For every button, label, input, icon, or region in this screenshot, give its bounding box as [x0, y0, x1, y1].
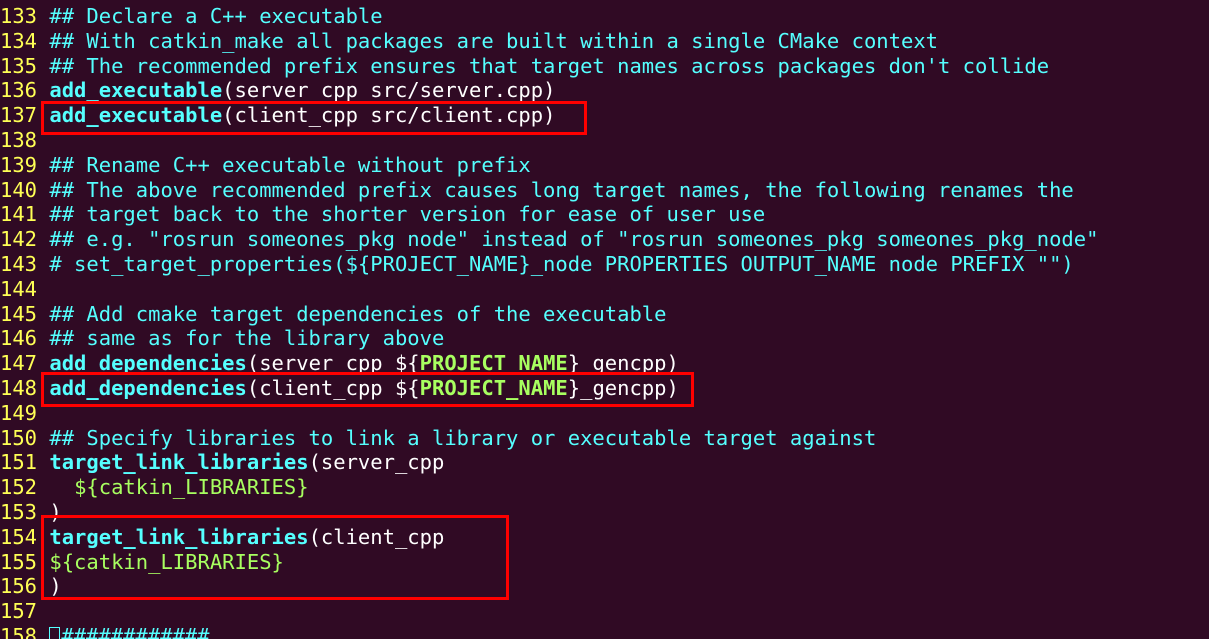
code-line: 134 ## With catkin_make all packages are… [0, 29, 938, 54]
comment-text: ## Specify libraries to link a library o… [49, 425, 877, 450]
line-number: 134 [0, 28, 38, 53]
comment-text: ############ [61, 624, 210, 639]
code-line: 149 [0, 401, 37, 426]
comment-text: # set_target_properties(${PROJECT_NAME}_… [49, 252, 1074, 276]
line-number: 148 [0, 376, 38, 400]
line-number: 152 [0, 475, 38, 500]
line-number: 135 [0, 53, 38, 78]
line-number: 143 [0, 252, 38, 276]
function-args: (client_cpp [308, 524, 445, 549]
code-line: 135 ## The recommended prefix ensures th… [0, 54, 1049, 79]
code-line: 138 [0, 128, 37, 153]
code-line: 141 ## target back to the shorter versio… [0, 202, 765, 227]
comment-text: ## target back to the shorter version fo… [49, 202, 766, 227]
function-name: add_dependencies [49, 351, 247, 376]
line-number: 138 [0, 128, 38, 152]
variable-name: ${catkin_LIBRARIES} [74, 475, 309, 500]
code-line: 140 ## The above recommended prefix caus… [0, 178, 1074, 203]
code-line: 139 ## Rename C++ executable without pre… [0, 153, 531, 178]
line-number: 140 [0, 177, 38, 202]
comment-text: ## Rename C++ executable without prefix [49, 152, 531, 177]
closing-paren: ) [49, 500, 62, 524]
line-number: 146 [0, 326, 38, 351]
line-number: 144 [0, 276, 38, 301]
comment-text: ## Declare a C++ executable [49, 4, 383, 28]
line-number: 149 [0, 400, 38, 425]
line-number: 133 [0, 4, 38, 28]
function-name: add_executable [49, 103, 223, 128]
line-number: 147 [0, 351, 38, 376]
line-number: 139 [0, 152, 38, 177]
function-args: (server_cpp [308, 450, 445, 475]
code-line: 144 [0, 277, 37, 302]
code-line: 133 ## Declare a C++ executable [0, 4, 383, 29]
code-line: 151 target_link_libraries(server_cpp [0, 450, 444, 475]
code-line: 157 [0, 599, 37, 624]
code-line: 158 ############ [0, 624, 209, 639]
code-editor[interactable]: 133 ## Declare a C++ executable 134 ## W… [0, 0, 1209, 639]
line-number: 151 [0, 450, 38, 475]
code-line: 147 add_dependencies(server_cpp ${PROJEC… [0, 351, 679, 376]
line-number: 145 [0, 301, 38, 326]
line-number: 141 [0, 202, 38, 227]
code-line: 148 add_dependencies(client_cpp ${PROJEC… [0, 376, 679, 401]
line-number: 154 [0, 524, 38, 549]
line-number: 158 [0, 624, 38, 639]
variable-name: ${catkin_LIBRARIES} [49, 549, 284, 574]
comment-text: ## e.g. "rosrun someones_pkg node" inste… [49, 227, 1099, 252]
function-args: (client_cpp ${ [246, 376, 420, 400]
code-line: 143 # set_target_properties(${PROJECT_NA… [0, 252, 1074, 277]
function-name: add_executable [49, 78, 223, 103]
code-line: 145 ## Add cmake target dependencies of … [0, 302, 666, 327]
function-args-end: }_gencpp) [567, 376, 679, 400]
code-line: 146 ## same as for the library above [0, 326, 444, 351]
function-name: target_link_libraries [49, 524, 309, 549]
code-line: 155 ${catkin_LIBRARIES} [0, 550, 284, 575]
code-line: 154 target_link_libraries(client_cpp [0, 525, 444, 550]
comment-text: ## With catkin_make all packages are bui… [49, 28, 939, 53]
line-number: 157 [0, 599, 38, 624]
text-cursor [49, 627, 61, 639]
code-line: 156 ) [0, 574, 62, 599]
function-args: (server_cpp ${ [246, 351, 420, 376]
variable-name: PROJECT_NAME [419, 351, 568, 376]
comment-text: ## same as for the library above [49, 326, 445, 351]
line-number: 155 [0, 549, 38, 574]
line-number: 153 [0, 500, 38, 524]
closing-paren: ) [49, 574, 62, 599]
variable-name: PROJECT_NAME [419, 376, 568, 400]
function-args: (client_cpp src/client.cpp) [222, 103, 556, 128]
code-line: 137 add_executable(client_cpp src/client… [0, 103, 555, 128]
line-number: 156 [0, 574, 38, 599]
function-args-end: }_gencpp) [567, 351, 679, 376]
line-number: 137 [0, 103, 38, 128]
line-number: 142 [0, 227, 38, 252]
line-number: 136 [0, 78, 38, 103]
comment-text: ## The recommended prefix ensures that t… [49, 53, 1050, 78]
code-line: 142 ## e.g. "rosrun someones_pkg node" i… [0, 227, 1098, 252]
code-line: 152 ${catkin_LIBRARIES} [0, 475, 309, 500]
line-number: 150 [0, 425, 38, 450]
code-line: 150 ## Specify libraries to link a libra… [0, 426, 876, 451]
comment-text: ## Add cmake target dependencies of the … [49, 301, 667, 326]
code-line: 153 ) [0, 500, 62, 525]
code-line: 136 add_executable(server_cpp src/server… [0, 78, 555, 103]
function-args: (server_cpp src/server.cpp) [222, 78, 556, 103]
function-name: add_dependencies [49, 376, 247, 400]
function-name: target_link_libraries [49, 450, 309, 475]
comment-text: ## The above recommended prefix causes l… [49, 177, 1074, 202]
